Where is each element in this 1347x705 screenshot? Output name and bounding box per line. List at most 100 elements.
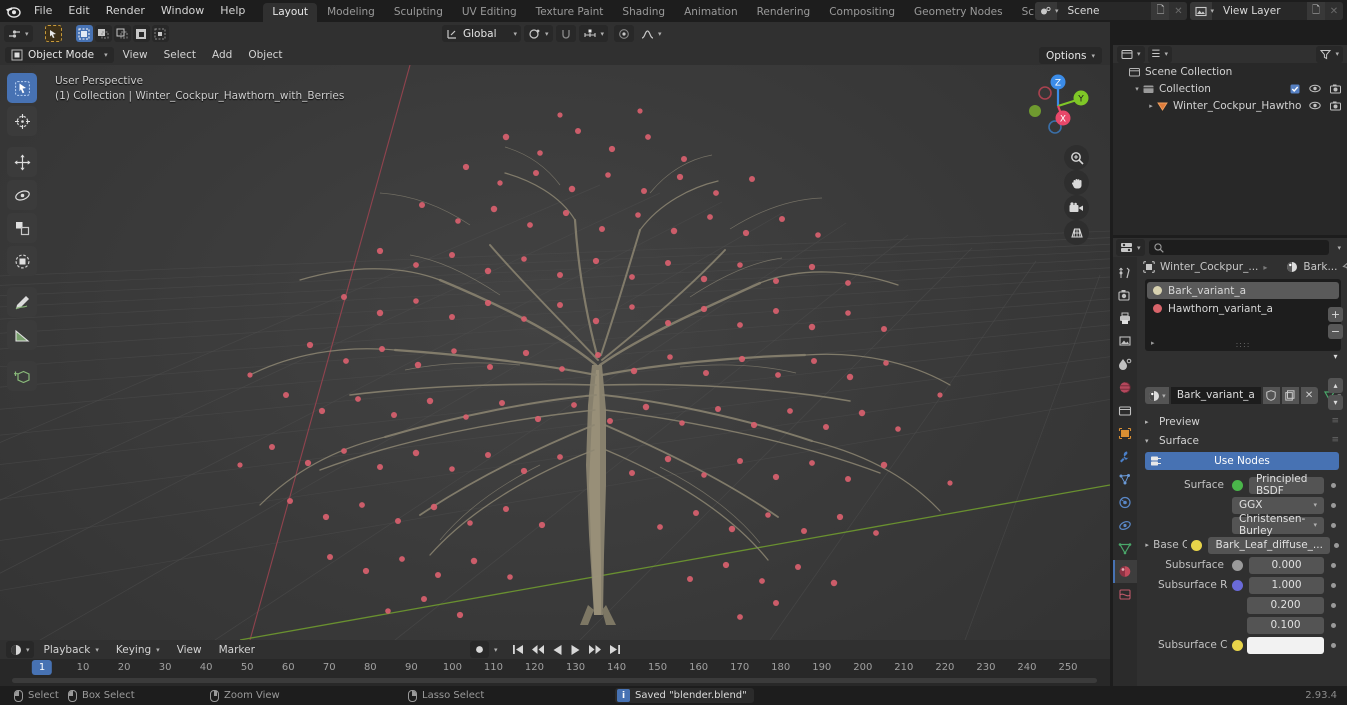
tab-compositing[interactable]: Compositing (820, 3, 904, 22)
timeline-menu-keying[interactable]: Keying ▾ (109, 642, 167, 658)
tool-add-cube-icon[interactable] (7, 361, 37, 391)
disable-in-renders-icon[interactable] (1330, 84, 1341, 94)
scene-name[interactable]: Scene (1061, 2, 1152, 20)
scene-selector[interactable]: ▾ Scene 🗋 ✕ (1034, 2, 1188, 20)
proportional-falloff-dropdown[interactable]: ▾ (637, 25, 666, 42)
pan-view-button[interactable] (1064, 170, 1089, 195)
unlink-material-button[interactable]: ✕ (1300, 387, 1318, 404)
proportional-edit-toggle[interactable] (614, 25, 635, 42)
tab-geometry-nodes[interactable]: Geometry Nodes (905, 3, 1012, 22)
tool-measure-icon[interactable] (7, 320, 37, 350)
tab-layout[interactable]: Layout (263, 3, 318, 22)
outliner-filter-button[interactable]: ▾ (1316, 45, 1343, 63)
number-field[interactable]: 0.200 (1247, 596, 1324, 614)
tab-object-data-properties[interactable] (1113, 537, 1137, 560)
timeline-editor-type-button[interactable]: ▾ (6, 641, 34, 658)
animate-property-dot[interactable] (1328, 497, 1339, 514)
tab-particle-properties[interactable] (1113, 468, 1137, 491)
tab-animation[interactable]: Animation (675, 3, 747, 22)
material-name-field[interactable]: Bark_variant_a (1170, 387, 1261, 404)
outliner-editor[interactable]: ▾ ☰ ▾ ▾ Scene Collection ▾ Collection ▸ Winte… (1113, 45, 1347, 235)
material-slot-row[interactable]: Hawthorn_variant_a (1147, 300, 1339, 317)
node-socket-icon[interactable] (1232, 479, 1243, 491)
timeline-scrollbar[interactable] (12, 678, 1097, 683)
tab-scene-properties[interactable] (1113, 353, 1137, 376)
select-extend-icon[interactable] (94, 25, 112, 42)
tab-world-properties[interactable] (1113, 376, 1137, 399)
tab-modeling[interactable]: Modeling (318, 3, 384, 22)
node-link-field[interactable]: Principled BSDF (1249, 473, 1324, 497)
snap-settings-dropdown[interactable]: ▾ (578, 25, 609, 42)
fake-user-button[interactable] (1262, 387, 1280, 404)
tab-modifier-properties[interactable] (1113, 445, 1137, 468)
tool-move-icon[interactable] (7, 147, 37, 177)
browse-material-button[interactable]: ▾ (1145, 387, 1169, 404)
new-material-button[interactable] (1281, 387, 1299, 404)
unlink-scene-button[interactable]: ✕ (1169, 2, 1188, 20)
animate-property-dot[interactable] (1328, 477, 1339, 494)
timeline-ruler[interactable]: 1 10 20 30 40 50 60 70 80 90 100 110 120 130 140 150 160… (0, 659, 1110, 679)
play-icon[interactable] (570, 644, 581, 656)
camera-view-button[interactable] (1064, 195, 1089, 220)
timeline-body[interactable]: 1 10 20 30 40 50 60 70 80 90 100 110 120 130 140 150 160… (0, 659, 1110, 686)
tab-uv-editing[interactable]: UV Editing (453, 3, 526, 22)
number-field[interactable]: 0.000 (1249, 556, 1324, 574)
view-layer-name[interactable]: View Layer (1217, 2, 1307, 20)
new-scene-button[interactable]: 🗋 (1151, 2, 1170, 20)
blender-logo-icon[interactable] (0, 0, 26, 22)
tab-shading[interactable]: Shading (613, 3, 674, 22)
outliner-display-mode-dropdown[interactable]: ☰ ▾ (1147, 45, 1172, 63)
slot-specials-down-icon[interactable]: ▾ (1328, 349, 1343, 364)
tool-tweak-select-icon[interactable] (7, 73, 37, 103)
tab-rendering[interactable]: Rendering (748, 3, 820, 22)
panel-preview[interactable]: ▸ Preview ≡ (1137, 412, 1347, 431)
disable-in-renders-icon[interactable] (1330, 101, 1341, 111)
remove-view-layer-button[interactable]: ✕ (1325, 2, 1343, 20)
editor-type-button[interactable]: ▾ (4, 25, 33, 42)
tool-transform-icon[interactable] (7, 246, 37, 276)
surface-property-rows[interactable]: Surface Principled BSDF GGX ▾ Christensen-Bu… (1137, 473, 1347, 654)
menu-edit[interactable]: Edit (60, 2, 97, 20)
tab-collection-properties[interactable] (1113, 399, 1137, 422)
node-socket-icon[interactable] (1232, 639, 1243, 651)
menu-help[interactable]: Help (212, 2, 253, 20)
outliner-tree[interactable]: Scene Collection ▾ Collection ▸ Winter_Cockp… (1113, 63, 1347, 114)
toggle-perspective-button[interactable] (1064, 220, 1089, 245)
viewport-menu-select[interactable]: Select (157, 47, 203, 63)
animate-property-dot[interactable] (1328, 637, 1339, 654)
properties-tab-column[interactable] (1113, 257, 1137, 686)
collection-checkbox[interactable] (1290, 84, 1300, 94)
properties-body[interactable]: Winter_Cockpur_... ▸ Bark... Bark_varian… (1137, 257, 1347, 686)
node-link-field[interactable]: Bark_Leaf_diffuse_... (1208, 536, 1330, 554)
expand-collapse-icon[interactable]: ▸ (1145, 102, 1157, 110)
animate-property-dot[interactable] (1328, 557, 1339, 574)
menu-window[interactable]: Window (153, 2, 212, 20)
outliner-row[interactable]: Scene Collection (1113, 63, 1347, 80)
timeline-menu-view[interactable]: View (170, 642, 209, 658)
animate-property-dot[interactable] (1328, 517, 1339, 534)
hide-in-viewport-icon[interactable] (1309, 101, 1321, 110)
properties-editor[interactable]: ▾ ▾ Winter_Cockpur_... ▸ Bark... Bark_va… (1113, 238, 1347, 686)
previous-keyframe-icon[interactable] (531, 644, 545, 655)
move-slot-up-button[interactable]: ▴ (1328, 378, 1343, 393)
jump-to-start-icon[interactable] (512, 644, 524, 655)
tab-output-properties[interactable] (1113, 307, 1137, 330)
menu-render[interactable]: Render (98, 2, 153, 20)
add-material-slot-button[interactable]: + (1328, 307, 1343, 322)
hide-in-viewport-icon[interactable] (1309, 84, 1321, 93)
remove-material-slot-button[interactable]: − (1328, 324, 1343, 339)
pivot-point-dropdown[interactable]: ▾ (524, 25, 553, 42)
property-expand-icon[interactable]: ▸ (1145, 541, 1149, 549)
viewport-menu-view[interactable]: View (116, 47, 155, 63)
color-swatch-field[interactable] (1247, 636, 1324, 654)
pin-id-icon[interactable] (1342, 261, 1347, 273)
tab-object-properties[interactable] (1113, 422, 1137, 445)
timeline-playhead[interactable]: 1 (31, 660, 53, 675)
list-resize-grip[interactable]: :::: (1236, 340, 1251, 349)
number-field[interactable]: 0.100 (1247, 616, 1324, 634)
select-set-icon[interactable] (75, 25, 93, 42)
navigation-gizmo[interactable]: Z Y X (1023, 71, 1093, 141)
object-mode-dropdown[interactable]: Object Mode ▾ (5, 47, 114, 63)
play-reverse-icon[interactable] (552, 644, 563, 656)
3d-viewport[interactable]: User Perspective (1) Collection | Winter… (0, 65, 1110, 640)
